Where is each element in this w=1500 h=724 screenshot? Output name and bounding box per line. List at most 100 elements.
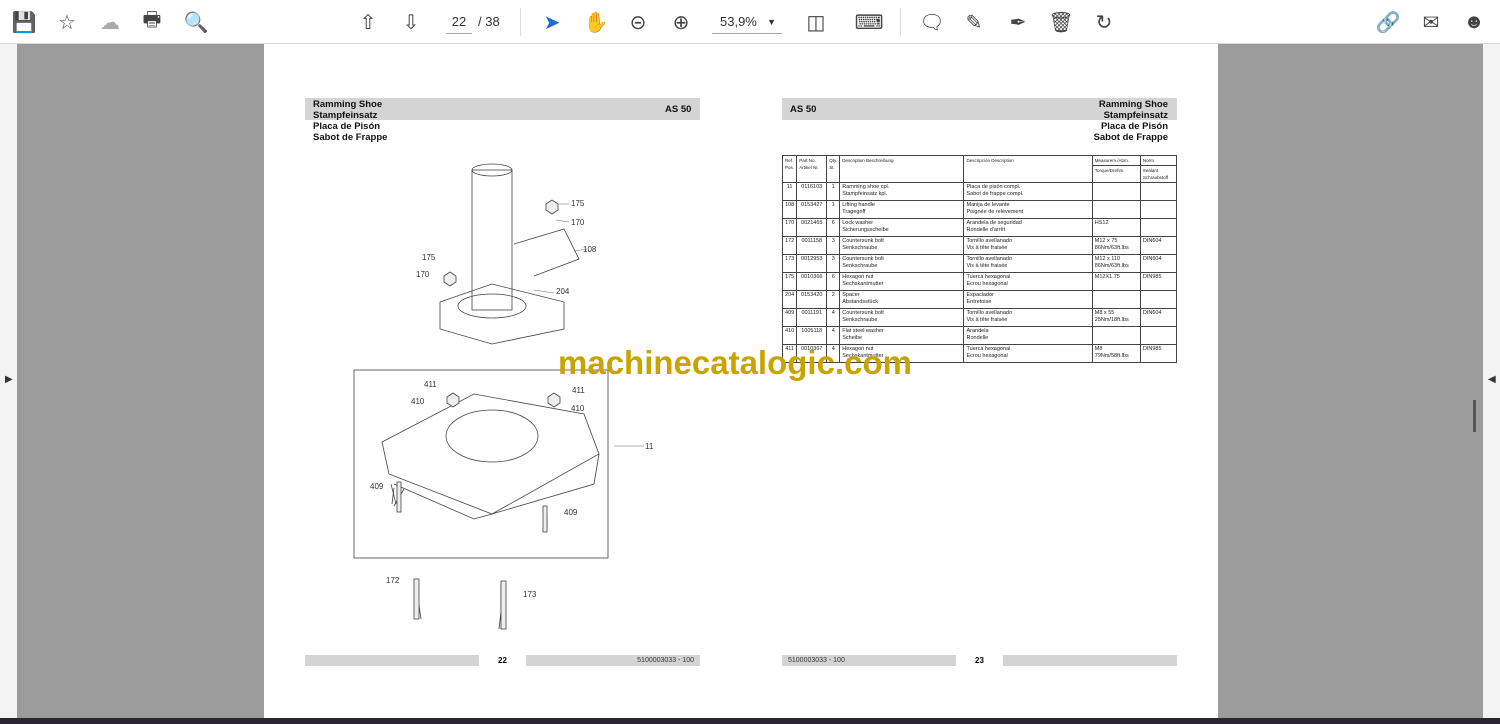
table-cell: 172 (781, 236, 798, 255)
callout-409: 409 (564, 508, 578, 517)
title-de: Stampfeinsatz (1103, 110, 1168, 121)
col-part: Part No. Artikel Nr. (796, 155, 828, 183)
table-cell: Tornillo avellanado Vis à tête fraisée (963, 308, 1093, 327)
col-qty: Qty. St. (826, 155, 841, 183)
comment-icon[interactable]: 🗨 (918, 8, 946, 36)
table-row: 108 0153427 1 Lifting handle Tragegriff Mani… (781, 200, 1178, 219)
table-cell: M12 x 75 86Nm/63ft.lbs (1091, 236, 1141, 255)
table-cell: Arandela Rondelle (963, 326, 1093, 345)
table-cell: 1 (826, 200, 841, 219)
table-cell: 0010366 (796, 272, 828, 291)
table-cell: 3 (826, 236, 841, 255)
table-cell: 11 (781, 182, 798, 201)
table-cell: Countersunk bolt Senkschraube (839, 236, 965, 255)
callout-175: 175 (571, 199, 585, 208)
title-es: Placa de Pisón (1100, 121, 1168, 132)
table-cell: 3 (826, 254, 841, 273)
add-user-icon[interactable]: ☻ (1460, 8, 1488, 36)
expand-left-icon[interactable]: ▶ (5, 374, 13, 385)
table-cell: 170 (781, 218, 798, 237)
table-cell: 0011191 (796, 308, 828, 327)
table-cell: 1 (826, 182, 841, 201)
table-cell: Manija de levante Poignée de relèvement (963, 200, 1093, 219)
table-cell: 0153427 (796, 200, 828, 219)
table-cell: DIN604 (1139, 308, 1178, 327)
search-icon[interactable]: 🔍 (182, 8, 210, 36)
sign-icon[interactable]: ✒ (1004, 8, 1032, 36)
model: AS 50 (790, 104, 817, 115)
table-cell: 410 (781, 326, 798, 345)
table-row: 410 1005118 4 Flat steel washer Scheibe Aran… (781, 326, 1178, 345)
table-cell: 4 (826, 326, 841, 345)
callout-11: 11 (645, 442, 654, 451)
table-row: 11 0116103 1 Ramming shoe cpl. Stampfeinsat… (781, 182, 1178, 201)
table-cell: Spacer Abstandsstück (839, 290, 965, 309)
chevron-down-icon: ▼ (767, 17, 776, 27)
table-cell (1091, 326, 1141, 345)
scroll-mode-icon[interactable]: ⌨ (855, 8, 884, 36)
delete-icon[interactable]: 🗑 (1047, 8, 1075, 36)
table-cell: Tornillo avellanado Vis à tête fraisée (963, 236, 1093, 255)
scrollbar[interactable] (1473, 400, 1476, 432)
taskbar (0, 718, 1500, 724)
table-cell: 0011158 (796, 236, 828, 255)
cloud-upload-icon[interactable]: ☁ (96, 8, 124, 36)
table-cell: Espaciador Entretoise (963, 290, 1093, 309)
table-cell (1139, 182, 1178, 201)
select-cursor-icon[interactable]: ➤ (538, 8, 566, 36)
table-cell: 409 (781, 308, 798, 327)
callout-204: 204 (556, 287, 570, 296)
table-cell: Tuerca hexagonal Ecrou hexagonal (963, 344, 1093, 363)
save-icon[interactable]: 💾 (10, 8, 38, 36)
previous-page-icon[interactable]: ⇧ (354, 8, 382, 36)
table-cell: 6 (826, 272, 841, 291)
table-cell: 0116103 (796, 182, 828, 201)
table-cell: 175 (781, 272, 798, 291)
next-page-icon[interactable]: ⇩ (397, 8, 425, 36)
table-cell: 6 (826, 218, 841, 237)
footer-bar (305, 655, 479, 666)
table-row: 172 0011158 3 Countersunk bolt Senkschraube… (781, 236, 1178, 255)
callout-170: 170 (571, 218, 585, 227)
table-cell: Countersunk bolt Senkschraube (839, 308, 965, 327)
expand-right-icon[interactable]: ◀ (1488, 374, 1496, 385)
callout-173: 173 (523, 590, 537, 599)
table-row: 170 0021465 6 Lock washer Sicherungsscheibe… (781, 218, 1178, 237)
page-number-input[interactable]: 22 (446, 12, 472, 34)
col-desc-es: Descripción Description (963, 155, 1093, 183)
table-cell: DIN985 (1139, 344, 1178, 363)
table-cell (1139, 326, 1178, 345)
email-icon[interactable]: ✉ (1417, 8, 1445, 36)
callout-108: 108 (583, 245, 597, 254)
page-fit-icon[interactable]: ◫ (802, 8, 830, 36)
highlight-pen-icon[interactable]: ✎ (960, 8, 988, 36)
footer-bar (1003, 655, 1177, 666)
doc-number: 5100003033 - 100 (526, 655, 700, 666)
table-row: 175 0010366 6 Hexagon nut Sechskantmutter Tu… (781, 272, 1178, 291)
table-cell: Tuerca hexagonal Ecrou hexagonal (963, 272, 1093, 291)
print-icon[interactable]: 🖶 (138, 8, 166, 36)
zoom-value: 53,9% (720, 14, 757, 29)
table-cell: M8 79Nm/58ft.lbs (1091, 344, 1141, 363)
table-cell: 4 (826, 308, 841, 327)
col-measure: Measurem./Abm. (1091, 155, 1141, 166)
table-cell (1139, 290, 1178, 309)
table-cell: M12 x 110 86Nm/63ft.lbs (1091, 254, 1141, 273)
zoom-out-icon[interactable]: ⊝ (624, 8, 652, 36)
table-cell: 108 (781, 200, 798, 219)
table-row: 173 0012953 3 Countersunk bolt Senkschraube… (781, 254, 1178, 273)
table-cell: 0021465 (796, 218, 828, 237)
rotate-icon[interactable]: ↻ (1090, 8, 1118, 36)
zoom-select[interactable]: 53,9% ▼ (712, 12, 782, 34)
table-cell: 204 (781, 290, 798, 309)
table-cell: M8 x 55 25Nm/18ft.lbs (1091, 308, 1141, 327)
table-cell: Lifting handle Tragegriff (839, 200, 965, 219)
bookmark-star-icon[interactable]: ☆ (53, 8, 81, 36)
table-cell: Lock washer Sicherungsscheibe (839, 218, 965, 237)
table-row: 409 0011191 4 Countersunk bolt Senkschraube… (781, 308, 1178, 327)
hand-tool-icon[interactable]: ✋ (582, 8, 610, 36)
callout-409: 409 (370, 482, 384, 491)
table-cell (1139, 200, 1178, 219)
zoom-in-icon[interactable]: ⊕ (667, 8, 695, 36)
share-link-icon[interactable]: 🔗 (1374, 8, 1402, 36)
